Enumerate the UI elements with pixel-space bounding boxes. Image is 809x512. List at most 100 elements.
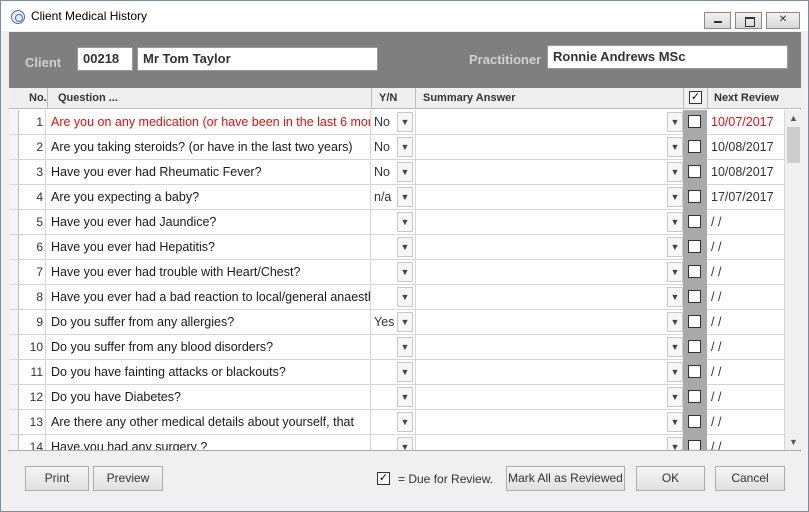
review-checkbox[interactable] [688,215,701,228]
review-checkbox[interactable] [688,440,701,450]
question-cell[interactable]: Have you ever had Rheumatic Fever? [47,160,371,184]
mark-all-reviewed-button[interactable]: Mark All as Reviewed [506,466,625,491]
minimize-icon[interactable] [704,12,731,29]
review-checkbox[interactable] [688,290,701,303]
chevron-down-icon[interactable]: ▼ [667,387,683,407]
review-checkbox[interactable] [688,190,701,203]
chevron-down-icon[interactable]: ▼ [667,337,683,357]
yn-cell[interactable]: Yes [371,310,397,334]
chevron-down-icon[interactable]: ▼ [667,437,683,450]
chevron-down-icon[interactable]: ▼ [397,262,413,282]
next-review-cell[interactable]: / / [708,285,784,309]
chevron-down-icon[interactable]: ▼ [397,412,413,432]
table-row[interactable]: 10 Do you suffer from any blood disorders… [9,335,784,360]
chevron-down-icon[interactable]: ▼ [667,137,683,157]
question-cell[interactable]: Have you ever had a bad reaction to loca… [47,285,371,309]
next-review-cell[interactable]: 17/07/2017 [708,185,784,209]
row-selector[interactable] [9,385,19,409]
table-row[interactable]: 3 Have you ever had Rheumatic Fever? No ▼ ▼ 1… [9,160,784,185]
practitioner-field[interactable]: Ronnie Andrews MSc [547,45,788,69]
summary-answer-cell[interactable] [415,160,667,184]
table-row[interactable]: 9 Do you suffer from any allergies? Yes ▼ ▼ … [9,310,784,335]
chevron-down-icon[interactable]: ▼ [667,362,683,382]
chevron-down-icon[interactable]: ▼ [397,112,413,132]
preview-button[interactable]: Preview [93,466,163,491]
next-review-cell[interactable]: / / [708,310,784,334]
next-review-cell[interactable]: / / [708,360,784,384]
chevron-down-icon[interactable]: ▼ [667,287,683,307]
table-row[interactable]: 14 Have you had any surgery ? ▼ ▼ / / [9,435,784,450]
row-selector[interactable] [9,335,19,359]
col-header-no[interactable]: No. [29,92,47,104]
yn-cell[interactable] [371,285,397,309]
summary-answer-cell[interactable] [415,410,667,434]
close-icon[interactable] [766,12,800,29]
summary-answer-cell[interactable] [415,360,667,384]
summary-answer-cell[interactable] [415,385,667,409]
chevron-down-icon[interactable]: ▼ [667,312,683,332]
yn-cell[interactable] [371,410,397,434]
question-cell[interactable]: Have you ever had Hepatitis? [47,235,371,259]
table-row[interactable]: 1 Are you on any medication (or have been… [9,110,784,135]
question-cell[interactable]: Do you have Diabetes? [47,385,371,409]
next-review-cell[interactable]: / / [708,210,784,234]
yn-cell[interactable]: No [371,135,397,159]
review-checkbox[interactable] [688,165,701,178]
next-review-cell[interactable]: / / [708,385,784,409]
next-review-cell[interactable]: 10/08/2017 [708,135,784,159]
chevron-down-icon[interactable]: ▼ [397,362,413,382]
ok-button[interactable]: OK [636,466,705,491]
table-row[interactable]: 4 Are you expecting a baby? n/a ▼ ▼ 17/07/201… [9,185,784,210]
next-review-cell[interactable]: / / [708,235,784,259]
question-cell[interactable]: Have you had any surgery ? [47,435,371,450]
question-cell[interactable]: Have you ever had trouble with Heart/Che… [47,260,371,284]
chevron-down-icon[interactable]: ▼ [397,187,413,207]
table-row[interactable]: 8 Have you ever had a bad reaction to loc… [9,285,784,310]
summary-answer-cell[interactable] [415,435,667,450]
yn-cell[interactable] [371,235,397,259]
chevron-down-icon[interactable]: ▼ [397,437,413,450]
yn-cell[interactable]: No [371,110,397,134]
table-row[interactable]: 7 Have you ever had trouble with Heart/Ch… [9,260,784,285]
next-review-cell[interactable]: 10/08/2017 [708,160,784,184]
row-selector[interactable] [9,310,19,334]
summary-answer-cell[interactable] [415,110,667,134]
table-row[interactable]: 5 Have you ever had Jaundice? ▼ ▼ / / [9,210,784,235]
row-selector[interactable] [9,410,19,434]
question-cell[interactable]: Do you suffer from any blood disorders? [47,335,371,359]
chevron-down-icon[interactable]: ▼ [667,112,683,132]
row-selector[interactable] [9,260,19,284]
question-cell[interactable]: Are there any other medical details abou… [47,410,371,434]
chevron-down-icon[interactable]: ▼ [667,412,683,432]
row-selector[interactable] [9,235,19,259]
summary-answer-cell[interactable] [415,235,667,259]
chevron-down-icon[interactable]: ▼ [397,312,413,332]
table-row[interactable]: 2 Are you taking steroids? (or have in th… [9,135,784,160]
row-selector[interactable] [9,160,19,184]
summary-answer-cell[interactable] [415,260,667,284]
summary-answer-cell[interactable] [415,285,667,309]
review-checkbox[interactable] [688,315,701,328]
question-cell[interactable]: Do you have fainting attacks or blackout… [47,360,371,384]
client-name-field[interactable]: Mr Tom Taylor [137,47,378,71]
scroll-down-icon[interactable]: ▼ [785,434,801,450]
col-header-yn[interactable]: Y/N [379,92,397,104]
chevron-down-icon[interactable]: ▼ [397,212,413,232]
question-cell[interactable]: Are you taking steroids? (or have in the… [47,135,371,159]
chevron-down-icon[interactable]: ▼ [667,212,683,232]
summary-answer-cell[interactable] [415,185,667,209]
review-checkbox[interactable] [688,340,701,353]
next-review-cell[interactable]: / / [708,335,784,359]
scroll-thumb[interactable] [787,127,800,163]
chevron-down-icon[interactable]: ▼ [667,162,683,182]
review-checkbox[interactable] [688,390,701,403]
yn-cell[interactable]: n/a [371,185,397,209]
question-cell[interactable]: Are you on any medication (or have been … [47,110,371,134]
review-checkbox[interactable] [688,265,701,278]
chevron-down-icon[interactable]: ▼ [667,187,683,207]
chevron-down-icon[interactable]: ▼ [397,337,413,357]
maximize-icon[interactable] [735,12,762,29]
row-selector[interactable] [9,435,19,450]
chevron-down-icon[interactable]: ▼ [397,162,413,182]
chevron-down-icon[interactable]: ▼ [667,262,683,282]
